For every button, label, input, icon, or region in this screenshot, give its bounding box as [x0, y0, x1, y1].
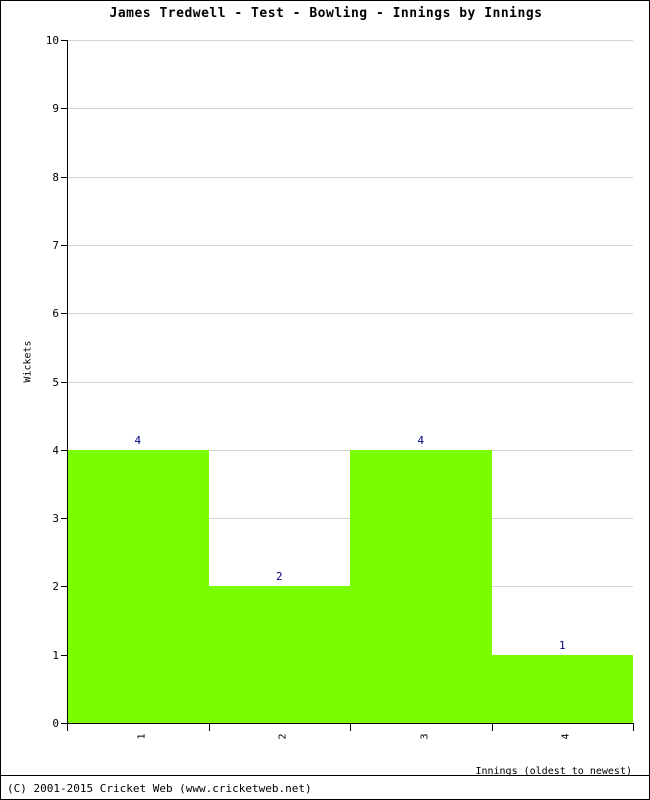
y-axis-tick-mark — [61, 449, 67, 451]
copyright-text: (C) 2001-2015 Cricket Web (www.cricketwe… — [7, 782, 312, 795]
y-axis-tick-label: 4 — [52, 443, 59, 457]
bar[interactable] — [350, 449, 492, 723]
y-axis-tick-label: 2 — [52, 580, 59, 594]
gridline — [67, 313, 633, 315]
bar-value-label: 4 — [417, 433, 425, 447]
y-axis-tick-mark — [61, 244, 67, 246]
gridline — [67, 244, 633, 246]
y-axis-tick-mark — [61, 381, 67, 383]
y-axis-tick-label: 7 — [52, 238, 59, 252]
gridline — [67, 381, 633, 383]
y-axis-title: Wickets — [22, 340, 34, 383]
bar[interactable] — [208, 586, 350, 723]
x-axis-tick-label: 3 — [419, 733, 431, 740]
y-axis-tick-mark — [61, 586, 67, 588]
x-axis-tick-mark — [67, 724, 68, 731]
plot-area — [67, 40, 633, 724]
y-axis-tick-mark — [61, 40, 67, 41]
bar[interactable] — [491, 654, 633, 723]
y-axis-tick-label: 8 — [52, 170, 59, 184]
x-axis-tick-mark — [633, 724, 634, 731]
x-axis-tick-mark — [208, 724, 210, 731]
bar-value-label: 2 — [275, 570, 283, 584]
chart-container: James Tredwell - Test - Bowling - Inning… — [0, 0, 650, 800]
gridline — [67, 176, 633, 178]
chart-title: James Tredwell - Test - Bowling - Inning… — [109, 6, 543, 21]
y-axis-tick-label: 6 — [52, 307, 59, 321]
y-axis-tick-label: 10 — [45, 34, 59, 47]
bar[interactable] — [67, 449, 209, 723]
gridline — [67, 108, 633, 110]
footer-divider — [1, 775, 649, 776]
bar-value-label: 4 — [134, 433, 142, 447]
y-axis-tick-mark — [61, 108, 67, 110]
y-axis-tick-label: 0 — [52, 717, 59, 730]
y-axis-tick-mark — [61, 518, 67, 520]
y-axis-tick-label: 1 — [52, 648, 59, 662]
y-axis-tick-labels: 0 1 2 3 4 5 6 7 8 9 10 — [1, 1, 59, 799]
x-axis-tick-mark — [350, 724, 351, 731]
y-axis-tick-mark — [61, 654, 67, 656]
x-axis-tick-label: 1 — [136, 733, 148, 740]
bar-value-label: 1 — [558, 638, 566, 652]
x-axis-tick-label: 2 — [277, 733, 289, 740]
x-axis-tick-label: 4 — [560, 733, 572, 740]
y-axis-tick-label: 3 — [52, 512, 59, 526]
y-axis-tick-mark — [61, 313, 67, 315]
y-axis-line — [67, 40, 68, 724]
gridline — [67, 40, 633, 41]
y-axis-tick-label: 9 — [52, 102, 59, 116]
x-axis-tick-mark — [491, 724, 493, 731]
y-axis-tick-mark — [61, 176, 67, 178]
